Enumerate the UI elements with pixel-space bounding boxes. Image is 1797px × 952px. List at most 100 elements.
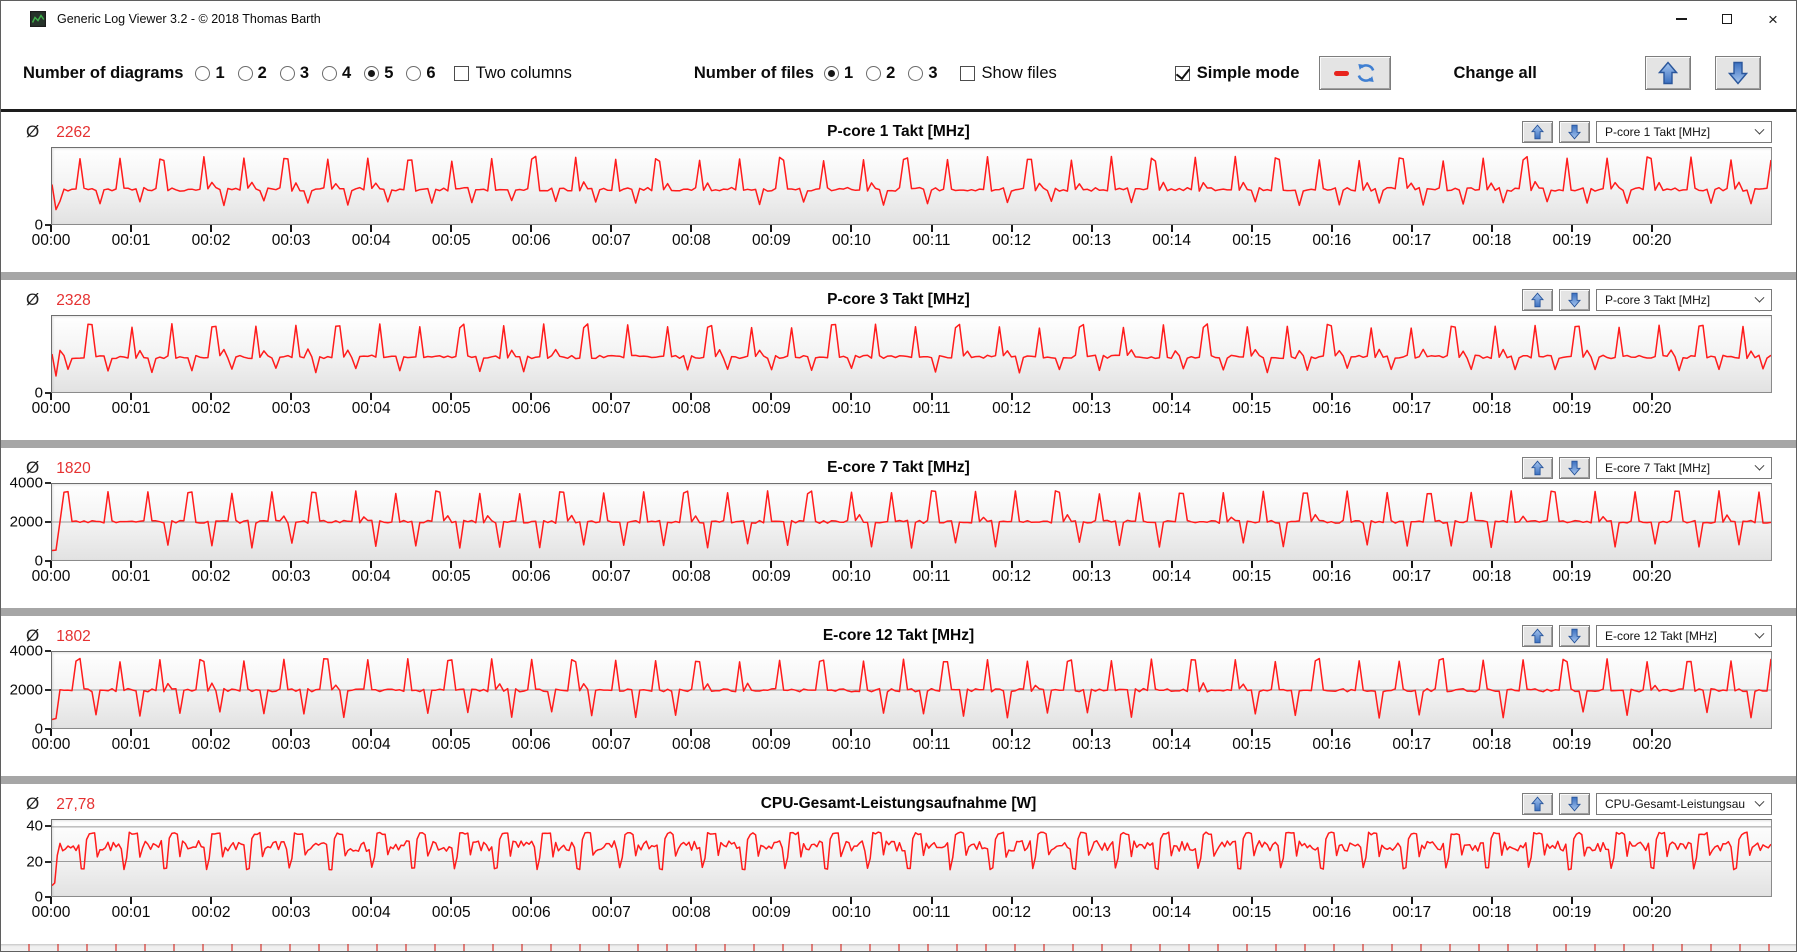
radio-files-1[interactable]: 1 — [823, 64, 853, 83]
x-tick-mark — [50, 729, 52, 736]
x-tick-label: 00:08 — [671, 568, 711, 585]
x-tick-mark — [1570, 393, 1573, 400]
x-tick-label: 00:10 — [832, 568, 871, 585]
panel-move-down-button[interactable] — [1559, 793, 1590, 815]
x-tick-label: 00:15 — [1232, 904, 1272, 921]
radio-diagrams-5[interactable]: 5 — [364, 64, 393, 83]
refresh-arrows-icon — [1357, 64, 1375, 82]
x-tick-mark — [850, 225, 853, 232]
y-tick-label: 0 — [34, 552, 43, 570]
x-tick-mark — [370, 897, 373, 904]
x-tick-mark — [1250, 393, 1253, 400]
plot-area[interactable] — [51, 819, 1772, 897]
radio-files-2[interactable]: 2 — [866, 64, 895, 83]
show-files-checkbox[interactable] — [959, 65, 975, 81]
radio-button-icon — [406, 65, 422, 81]
chevron-down-icon — [1754, 292, 1765, 303]
signal-dropdown[interactable]: CPU-Gesamt-Leistungsau — [1596, 793, 1772, 815]
y-axis: 4000 2000 0 — [1, 643, 51, 738]
x-tick-label: 00:15 — [1232, 736, 1272, 753]
x-tick-mark — [1090, 897, 1093, 904]
two-columns-checkbox[interactable] — [453, 65, 469, 81]
y-tick-label: 0 — [34, 888, 43, 906]
x-tick-label: 00:01 — [111, 232, 151, 249]
x-tick-label: 00:09 — [752, 232, 791, 249]
simple-mode-checkbox[interactable] — [1174, 65, 1190, 81]
plot-area[interactable] — [51, 315, 1772, 393]
plot-area[interactable] — [51, 483, 1772, 561]
maximize-button[interactable] — [1704, 1, 1750, 37]
minimize-icon — [1675, 18, 1687, 20]
chevron-down-icon — [1754, 460, 1765, 471]
panel-move-down-button[interactable] — [1559, 457, 1590, 479]
x-tick-label: 00:12 — [992, 736, 1031, 753]
x-tick-label: 00:07 — [591, 400, 631, 417]
x-tick-mark — [1250, 897, 1253, 904]
x-tick-mark — [1410, 225, 1413, 232]
radio-diagrams-6[interactable]: 6 — [406, 64, 436, 83]
radio-button-icon — [823, 65, 839, 81]
panel-controls: P-core 1 Takt [MHz] — [1516, 121, 1772, 143]
x-tick-mark — [1650, 393, 1653, 400]
x-tick-label: 00:18 — [1472, 400, 1512, 417]
signal-dropdown[interactable]: P-core 3 Takt [MHz] — [1596, 289, 1772, 311]
signal-dropdown[interactable]: E-core 7 Takt [MHz] — [1596, 457, 1772, 479]
minimize-button[interactable] — [1658, 1, 1704, 37]
refresh-line-button[interactable] — [1319, 56, 1392, 90]
x-tick-mark — [1410, 561, 1413, 568]
radio-files-3[interactable]: 3 — [908, 64, 938, 83]
panel-move-up-button[interactable] — [1522, 121, 1553, 143]
average-readout: Ø 2328 — [26, 290, 91, 310]
x-tick-mark — [610, 729, 613, 736]
x-tick-label: 00:04 — [351, 904, 391, 921]
radio-diagrams-1[interactable]: 1 — [195, 64, 225, 83]
show-files-option[interactable]: Show files — [959, 64, 1057, 83]
x-tick-mark — [610, 561, 613, 568]
x-tick-label: 00:00 — [31, 400, 71, 417]
x-tick-mark — [1330, 393, 1333, 400]
panel-move-up-button[interactable] — [1522, 457, 1553, 479]
panel-move-down-button[interactable] — [1559, 121, 1590, 143]
chevron-down-icon — [1754, 628, 1765, 639]
x-tick-label: 00:19 — [1552, 736, 1592, 753]
panel-move-down-button[interactable] — [1559, 289, 1590, 311]
radio-diagrams-3[interactable]: 3 — [279, 64, 309, 83]
x-tick-label: 00:17 — [1392, 400, 1432, 417]
simple-mode-option[interactable]: Simple mode — [1174, 64, 1299, 83]
x-tick-label: 00:08 — [671, 736, 711, 753]
radio-label: 2 — [257, 63, 267, 82]
plot-area[interactable] — [51, 651, 1772, 729]
x-tick-mark — [290, 561, 293, 568]
signal-dropdown[interactable]: P-core 1 Takt [MHz] — [1596, 121, 1772, 143]
x-tick-label: 00:16 — [1312, 568, 1352, 585]
x-tick-label: 00:12 — [992, 400, 1031, 417]
plot-area[interactable] — [51, 147, 1772, 225]
change-all-down-button[interactable] — [1714, 56, 1761, 90]
radio-diagrams-2[interactable]: 2 — [237, 63, 267, 83]
y-axis: 40 20 0 — [1, 817, 51, 906]
panel-move-up-button[interactable] — [1522, 289, 1553, 311]
blue-arrow-down-icon — [1568, 628, 1581, 644]
y-tick-label: 40 — [26, 817, 43, 835]
panel-move-up-button[interactable] — [1522, 625, 1553, 647]
x-tick-mark — [1250, 729, 1253, 736]
x-tick-mark — [610, 393, 613, 400]
x-tick-mark — [1090, 729, 1093, 736]
x-tick-label: 00:01 — [111, 904, 151, 921]
x-tick-mark — [450, 729, 453, 736]
radio-diagrams-4[interactable]: 4 — [322, 64, 351, 83]
change-all-up-button[interactable] — [1644, 56, 1691, 90]
signal-dropdown[interactable]: E-core 12 Takt [MHz] — [1596, 625, 1772, 647]
change-all-label: Change all — [1453, 63, 1537, 82]
app-icon — [30, 11, 46, 27]
blue-arrow-up-icon — [1531, 124, 1544, 140]
red-line-icon — [1333, 70, 1349, 76]
panel-move-up-button[interactable] — [1522, 793, 1553, 815]
close-button[interactable]: × — [1750, 1, 1796, 37]
two-columns-option[interactable]: Two columns — [453, 64, 572, 83]
close-icon: × — [1768, 9, 1778, 29]
x-tick-label: 00:07 — [591, 568, 631, 585]
panel-move-down-button[interactable] — [1559, 625, 1590, 647]
x-tick-mark — [1410, 897, 1413, 904]
panel-header: Ø 2262 P-core 1 Takt [MHz] P-core 1 Takt… — [1, 119, 1796, 145]
